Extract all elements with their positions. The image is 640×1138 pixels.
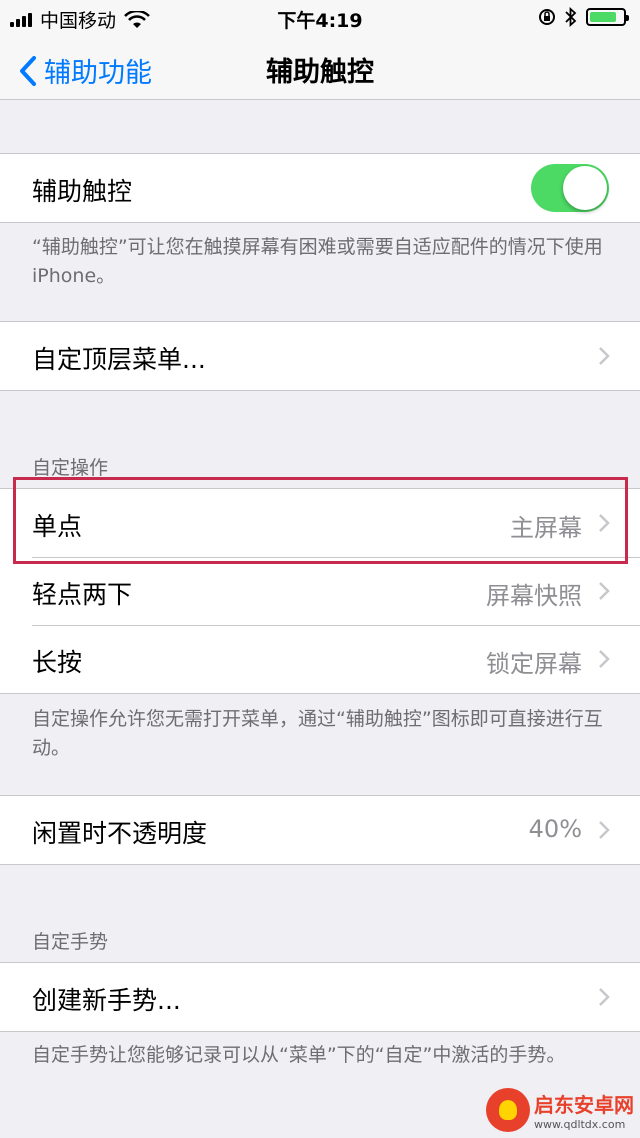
assistive-touch-label: 辅助触控 bbox=[32, 177, 133, 206]
chevron-right-icon bbox=[599, 347, 610, 365]
custom-actions-group: 单点 主屏幕 轻点两下 屏幕快照 长按 锁定屏幕 bbox=[0, 488, 640, 694]
custom-actions-footer: 自定操作允许您无需打开菜单，通过“辅助触控”图标即可直接进行互动。 bbox=[32, 708, 603, 759]
battery-icon bbox=[586, 8, 629, 26]
watermark: 启东安卓网 www.qdltdx.com bbox=[486, 1088, 634, 1132]
top-menu-label: 自定顶层菜单... bbox=[32, 345, 206, 374]
assistive-touch-footer: “辅助触控”可让您在触摸屏幕有困难或需要自适应配件的情况下使用 iPhone。 bbox=[32, 236, 603, 287]
action-value: 主屏幕 bbox=[510, 514, 582, 542]
watermark-text: 启东安卓网 www.qdltdx.com bbox=[534, 1089, 634, 1131]
idle-opacity-group: 闲置时不透明度 40% bbox=[0, 795, 640, 865]
status-bar: 中国移动 下午4:19 bbox=[0, 0, 640, 36]
chevron-right-icon bbox=[599, 582, 610, 600]
action-value: 屏幕快照 bbox=[486, 582, 582, 610]
chevron-right-icon bbox=[599, 650, 610, 668]
toggle-knob bbox=[563, 166, 607, 210]
idle-opacity-row[interactable]: 闲置时不透明度 40% bbox=[0, 796, 640, 864]
custom-gestures-footer: 自定手势让您能够记录可以从“菜单”下的“自定”中激活的手势。 bbox=[32, 1044, 566, 1066]
action-label: 单点 bbox=[32, 512, 83, 541]
idle-opacity-value: 40% bbox=[528, 815, 582, 843]
top-menu-row[interactable]: 自定顶层菜单... bbox=[0, 322, 640, 390]
top-menu-group: 自定顶层菜单... bbox=[0, 321, 640, 391]
action-row-double-tap[interactable]: 轻点两下 屏幕快照 bbox=[0, 557, 640, 625]
chevron-right-icon bbox=[599, 514, 610, 532]
rotation-lock-icon bbox=[539, 9, 555, 25]
action-value: 锁定屏幕 bbox=[486, 650, 582, 678]
status-right bbox=[538, 7, 629, 27]
create-gesture-row[interactable]: 创建新手势... bbox=[0, 963, 640, 1031]
bluetooth-icon bbox=[565, 7, 577, 27]
action-row-single-tap[interactable]: 单点 主屏幕 bbox=[0, 489, 640, 557]
watermark-main: 启东安卓网 bbox=[534, 1093, 634, 1117]
navigation-bar: 辅助功能 辅助触控 bbox=[0, 36, 640, 100]
page-title: 辅助触控 bbox=[266, 57, 374, 88]
chevron-right-icon bbox=[599, 988, 610, 1006]
create-gesture-label: 创建新手势... bbox=[32, 986, 181, 1015]
action-row-long-press[interactable]: 长按 锁定屏幕 bbox=[0, 625, 640, 693]
assistive-touch-toggle[interactable] bbox=[531, 164, 609, 212]
chevron-right-icon bbox=[599, 821, 610, 839]
watermark-logo-icon bbox=[486, 1088, 530, 1132]
custom-gestures-group: 创建新手势... bbox=[0, 962, 640, 1032]
custom-gestures-header: 自定手势 bbox=[32, 931, 109, 953]
action-label: 轻点两下 bbox=[32, 580, 133, 609]
custom-actions-header: 自定操作 bbox=[32, 457, 109, 479]
assistive-touch-row: 辅助触控 bbox=[0, 154, 640, 222]
idle-opacity-label: 闲置时不透明度 bbox=[32, 819, 208, 848]
battery-level bbox=[590, 12, 616, 22]
assistive-touch-group: 辅助触控 bbox=[0, 153, 640, 223]
action-label: 长按 bbox=[32, 648, 83, 677]
watermark-sub: www.qdltdx.com bbox=[534, 1118, 626, 1131]
